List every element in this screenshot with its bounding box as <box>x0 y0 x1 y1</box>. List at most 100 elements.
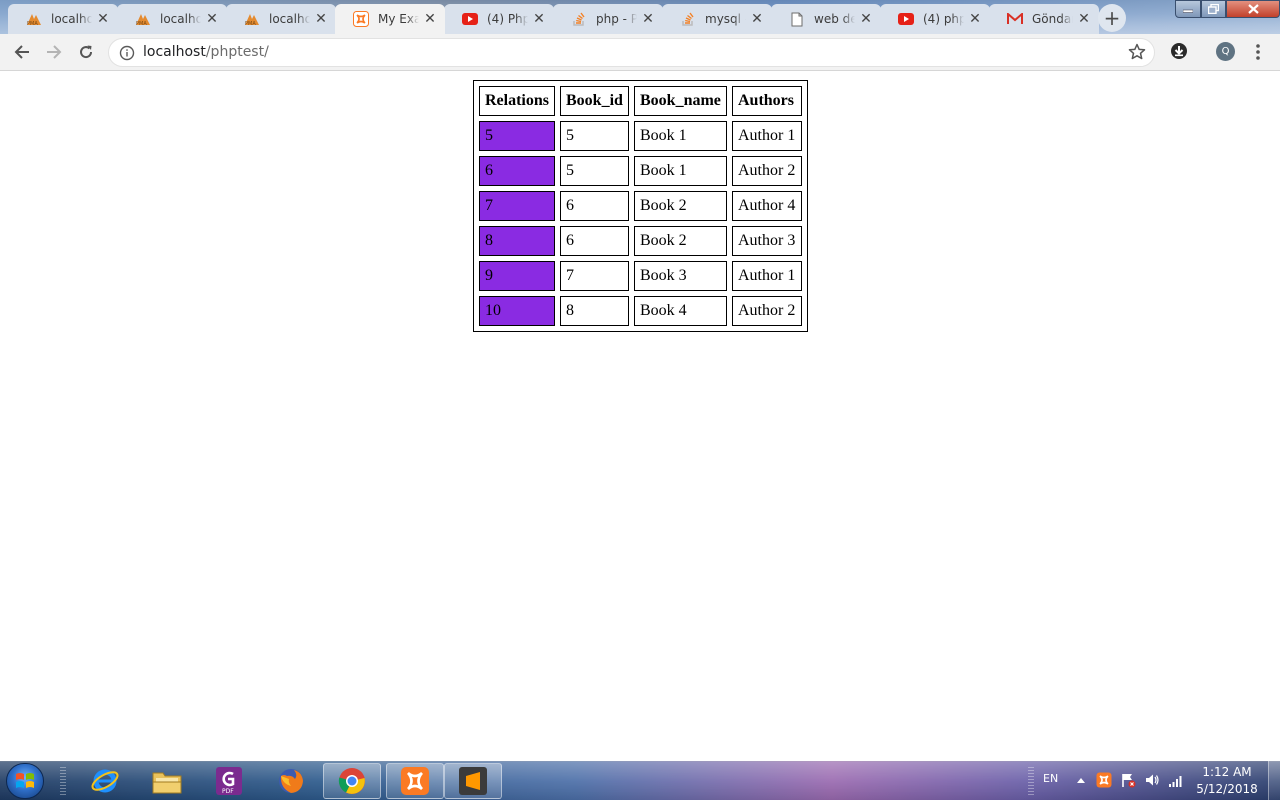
taskbar-chrome[interactable] <box>323 763 381 799</box>
url-text[interactable]: localhost/phptest/ <box>143 39 269 66</box>
bookmark-star-icon[interactable] <box>1127 42 1147 62</box>
phpmyadmin-icon: PMA <box>26 11 42 27</box>
new-tab-button[interactable]: + <box>1098 4 1126 32</box>
address-bar[interactable]: localhost/phptest/ <box>108 38 1155 67</box>
xampp-tray-icon[interactable] <box>1096 772 1112 788</box>
tab-title: php - PD <box>596 12 637 26</box>
volume-icon[interactable] <box>1144 772 1160 788</box>
tab-gmail[interactable]: Göndari ✕ <box>989 4 1099 34</box>
cell-relations: 10 <box>479 296 555 326</box>
cell-relations: 7 <box>479 191 555 221</box>
tab-close-icon[interactable]: ✕ <box>96 12 110 26</box>
internet-explorer-icon <box>91 769 119 793</box>
reload-button[interactable] <box>74 40 98 64</box>
cell-relations: 6 <box>479 156 555 186</box>
network-signal-icon[interactable] <box>1168 772 1184 788</box>
cell-book-id: 8 <box>560 296 629 326</box>
cell-book-id: 5 <box>560 156 629 186</box>
forward-button[interactable] <box>42 40 66 64</box>
taskbar-pdf-reader[interactable]: PDF <box>200 763 258 799</box>
svg-text:PMA: PMA <box>136 21 147 26</box>
xampp-icon <box>353 11 369 27</box>
show-hidden-icons-icon[interactable] <box>1073 772 1089 788</box>
tab-title: localhos <box>51 12 92 26</box>
tab-strip: PMA localhos ✕ PMA localhos ✕ PMA localh… <box>0 0 1280 34</box>
tab-title: Göndari <box>1032 12 1073 26</box>
table-row: 9 7 Book 3 Author 1 <box>479 261 802 291</box>
tab-localhost-1[interactable]: PMA localhos ✕ <box>8 4 118 34</box>
tab-mysql[interactable]: mysql - ✕ <box>662 4 772 34</box>
document-icon <box>789 11 805 27</box>
url-host: localhost <box>143 44 206 60</box>
table-row: 8 6 Book 2 Author 3 <box>479 226 802 256</box>
table-row: 10 8 Book 4 Author 2 <box>479 296 802 326</box>
taskbar-internet-explorer[interactable] <box>76 763 134 799</box>
tab-close-icon[interactable]: ✕ <box>423 12 437 26</box>
sublime-text-icon <box>459 767 487 795</box>
tab-localhost-3[interactable]: PMA localhos ✕ <box>226 4 336 34</box>
pdf-reader-icon: PDF <box>216 767 242 795</box>
book-relations-table: Relations Book_id Book_name Authors 5 5 … <box>473 80 808 332</box>
cell-book-name: Book 1 <box>634 156 727 186</box>
tab-web-dev[interactable]: web dev ✕ <box>771 4 881 34</box>
action-center-flag-icon[interactable] <box>1120 772 1136 788</box>
tab-close-icon[interactable]: ✕ <box>859 12 873 26</box>
tab-title: My Exan <box>378 12 419 26</box>
arrow-right-icon <box>47 45 62 59</box>
info-icon[interactable] <box>119 45 135 61</box>
firefox-icon <box>279 769 303 793</box>
cell-author: Author 2 <box>732 296 802 326</box>
cell-author: Author 4 <box>732 191 802 221</box>
chrome-icon <box>338 768 365 794</box>
cell-book-name: Book 4 <box>634 296 727 326</box>
restore-button[interactable] <box>1201 0 1226 18</box>
tab-youtube-phpv[interactable]: (4) PhpV ✕ <box>444 4 554 34</box>
kebab-menu-icon[interactable] <box>1252 42 1264 62</box>
tab-php-pdo[interactable]: php - PD ✕ <box>553 4 663 34</box>
phpmyadmin-icon: PMA <box>244 11 260 27</box>
tab-close-icon[interactable]: ✕ <box>532 12 546 26</box>
url-path: /phptest/ <box>205 44 269 60</box>
tab-close-icon[interactable]: ✕ <box>968 12 982 26</box>
cell-book-name: Book 3 <box>634 261 727 291</box>
cell-author: Author 1 <box>732 261 802 291</box>
cell-relations: 5 <box>479 121 555 151</box>
language-indicator[interactable]: EN <box>1043 772 1058 785</box>
tab-close-icon[interactable]: ✕ <box>205 12 219 26</box>
cell-book-id: 5 <box>560 121 629 151</box>
cell-author: Author 3 <box>732 226 802 256</box>
tab-localhost-2[interactable]: PMA localhos ✕ <box>117 4 227 34</box>
tab-youtube-php[interactable]: (4) php ✕ <box>880 4 990 34</box>
header-authors: Authors <box>732 86 802 116</box>
taskbar-file-explorer[interactable] <box>138 763 196 799</box>
minimize-button[interactable] <box>1175 0 1201 18</box>
window-controls <box>1175 0 1280 20</box>
start-button[interactable] <box>6 763 44 799</box>
taskbar-sublime-text[interactable] <box>444 763 502 799</box>
windows-logo-icon <box>16 773 34 788</box>
tab-close-icon[interactable]: ✕ <box>641 12 655 26</box>
profile-avatar[interactable]: Q <box>1216 42 1235 61</box>
tab-close-icon[interactable]: ✕ <box>1077 12 1091 26</box>
close-window-button[interactable] <box>1226 0 1280 18</box>
stackoverflow-icon <box>680 11 696 27</box>
show-desktop-button[interactable] <box>1268 761 1280 800</box>
tab-title: mysql - <box>705 12 746 26</box>
svg-text:PDF: PDF <box>222 788 234 795</box>
taskbar-firefox[interactable] <box>262 763 320 799</box>
tab-my-example[interactable]: My Exan ✕ <box>335 4 445 34</box>
system-clock[interactable]: 1:12 AM 5/12/2018 <box>1188 764 1266 798</box>
taskbar-xampp[interactable] <box>386 763 444 799</box>
tab-close-icon[interactable]: ✕ <box>314 12 328 26</box>
tab-title: (4) PhpV <box>487 12 528 26</box>
extension-download-icon[interactable] <box>1170 42 1188 60</box>
cell-book-name: Book 2 <box>634 226 727 256</box>
cell-author: Author 1 <box>732 121 802 151</box>
xampp-icon <box>401 767 429 795</box>
phpmyadmin-icon: PMA <box>135 11 151 27</box>
table-row: 7 6 Book 2 Author 4 <box>479 191 802 221</box>
tab-title: (4) php <box>923 12 964 26</box>
cell-author: Author 2 <box>732 156 802 186</box>
tab-close-icon[interactable]: ✕ <box>750 12 764 26</box>
back-button[interactable] <box>10 40 34 64</box>
